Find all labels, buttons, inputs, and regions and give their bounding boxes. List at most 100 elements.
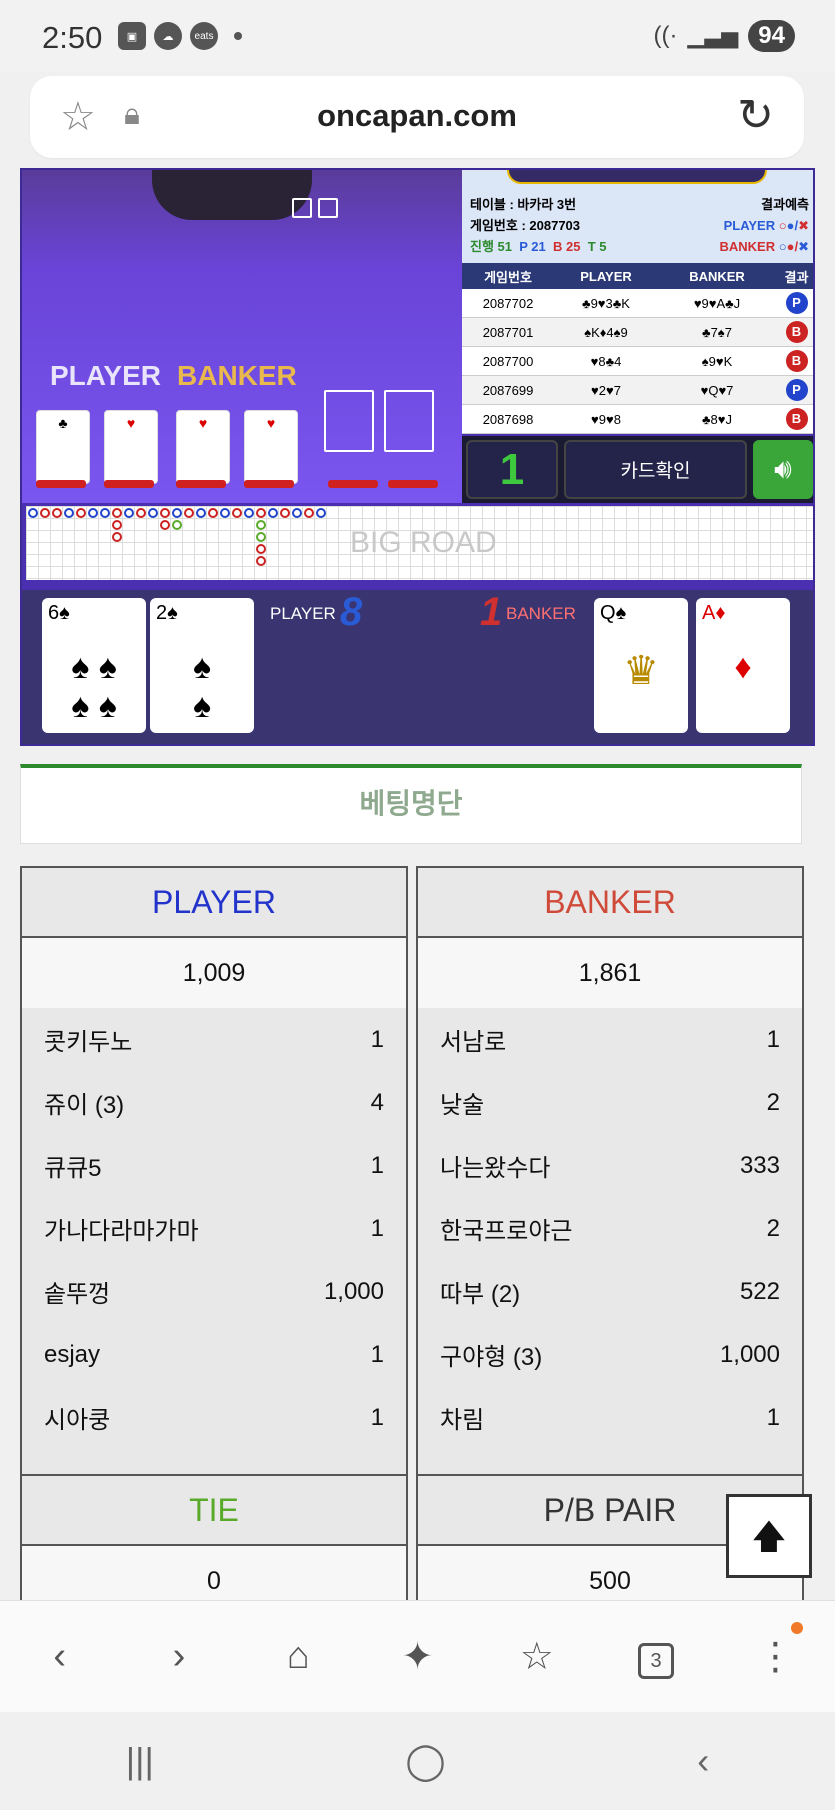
bet-amount: 1 — [370, 1403, 384, 1431]
chevron-right-icon: › — [172, 1635, 186, 1677]
player-bets-total: 1,009 — [22, 938, 406, 1008]
history-table: 게임번호 PLAYER BANKER 결과 2087702 ♣9♥3♣K ♥9♥… — [462, 263, 813, 434]
card-suit: ♠ — [167, 602, 178, 624]
sparkle-icon: ✦ — [401, 1636, 434, 1678]
reload-icon[interactable]: ↻ — [737, 90, 774, 141]
road-marker — [220, 508, 230, 518]
card-suit: ♦ — [715, 602, 726, 624]
history-header: 게임번호 PLAYER BANKER 결과 — [462, 263, 813, 289]
menu-button[interactable]: ⋮ — [735, 1622, 815, 1679]
bookmarks-button[interactable]: ☆ — [497, 1634, 577, 1679]
history-player-cards: ♥2♥7 — [591, 382, 621, 398]
bet-amount: 1 — [766, 1025, 780, 1053]
ai-button[interactable]: ✦ — [377, 1634, 457, 1679]
result-badge: B — [785, 408, 808, 430]
battery-indicator: 94 — [748, 20, 795, 52]
card-rank: Q — [600, 602, 616, 624]
address-bar[interactable]: ☆ 🔒︎ oncapan.com ↻ — [30, 76, 804, 158]
recent-apps-icon[interactable]: ||| — [126, 1740, 154, 1782]
road-marker — [64, 508, 74, 518]
progress-counts: 진행 51 P 21 B 25 T 5 — [470, 236, 606, 257]
player-bets-title: PLAYER — [22, 868, 406, 938]
bettor-name: 큐큐5 — [44, 1155, 102, 1182]
tabs-button[interactable]: 3 — [616, 1634, 696, 1679]
bettor-name: 가나다라마가마 — [44, 1218, 199, 1245]
url-text[interactable]: oncapan.com — [30, 98, 804, 134]
more-vertical-icon: ⋮ — [756, 1636, 795, 1678]
road-marker — [256, 544, 266, 554]
history-player-cards: ♣9♥3♣K — [582, 295, 630, 311]
history-col-player: PLAYER — [580, 268, 632, 284]
road-marker — [160, 508, 170, 518]
bettor-name: esjay — [44, 1340, 101, 1368]
card-slot — [292, 198, 312, 218]
empty-card-slot — [384, 390, 434, 452]
table-card: ♥ — [104, 410, 158, 484]
prediction-banker-row: BANKER ○●/✖ — [720, 236, 810, 257]
status-right: ((· ▁▃▅ 94 — [654, 20, 795, 52]
table-name: 테이블 : 바카라 3번 — [470, 197, 577, 212]
card-check-button[interactable]: 카드확인 — [564, 440, 747, 499]
history-row: 2087698 ♥9♥8 ♣8♥J B — [462, 405, 813, 434]
table-card: ♥ — [244, 410, 298, 484]
road-marker — [28, 508, 38, 518]
banker-bets-column: BANKER 1,861 서남로 1 낮술 2 나는왔수다 333 한국프로야근 2 따… — [416, 866, 804, 1476]
bet-amount: 1,000 — [719, 1340, 780, 1368]
x-icon: ✖ — [798, 218, 809, 233]
diamond-icon: ♦ — [734, 648, 752, 686]
bet-row: 서남로 1 — [418, 1008, 802, 1071]
road-marker — [112, 532, 122, 542]
bettor-name: 쥬이 (3) — [44, 1092, 125, 1119]
dealer — [152, 170, 312, 220]
home-button[interactable]: ⌂ — [258, 1635, 338, 1678]
table-card: ♥ — [176, 410, 230, 484]
bet-indicator — [176, 480, 226, 488]
scroll-to-top-button[interactable]: 🡅 — [726, 1494, 812, 1578]
speaker-icon[interactable]: 🔊︎ — [753, 440, 813, 499]
road-marker — [280, 508, 290, 518]
prediction-banker-label: BANKER — [719, 239, 776, 254]
home-circle-icon[interactable]: ◯ — [405, 1740, 445, 1782]
back-button[interactable]: ‹ — [20, 1635, 100, 1678]
history-game-no: 2087702 — [482, 295, 534, 311]
road-marker — [268, 508, 278, 518]
bet-row: 쥬이 (3) 4 — [22, 1071, 406, 1134]
table-banker-label: BANKER — [177, 360, 297, 391]
banker-score: 1 — [480, 590, 503, 634]
status-bar: 2:50 ▣ ☁ eats ((· ▁▃▅ 94 — [0, 0, 835, 72]
bet-amount: 1 — [370, 1214, 384, 1242]
road-marker — [292, 508, 302, 518]
card-suit: ♠ — [59, 602, 70, 624]
road-marker — [88, 508, 98, 518]
history-game-no: 2087700 — [482, 353, 534, 369]
star-list-icon: ☆ — [519, 1636, 554, 1678]
road-marker — [112, 520, 122, 530]
bettor-name: 따부 (2) — [440, 1281, 521, 1308]
road-marker — [196, 508, 206, 518]
bet-row: 콧키두노 1 — [22, 1008, 406, 1071]
queen-face-icon: ♛ — [623, 649, 659, 693]
bet-row: 솥뚜껑 1,000 — [22, 1260, 406, 1323]
result-badge: P — [785, 379, 808, 401]
x-icon: ✖ — [798, 239, 809, 254]
bettor-name: 솥뚜껑 — [44, 1281, 111, 1308]
player-count: P 21 — [519, 239, 546, 254]
banker-score-label: BANKER — [506, 604, 576, 623]
road-marker — [232, 508, 242, 518]
circle-icon: ○ — [778, 239, 787, 254]
history-banker-cards: ♥9♥A♣J — [693, 295, 741, 311]
bet-indicator — [388, 480, 438, 488]
road-marker — [256, 556, 266, 566]
player-score: 8 — [340, 590, 363, 634]
history-col-result: 결과 — [784, 269, 809, 285]
card-slot — [318, 198, 338, 218]
forward-button[interactable]: › — [139, 1635, 219, 1678]
bet-amount: 1 — [766, 1403, 780, 1431]
bettor-name: 콧키두노 — [44, 1029, 133, 1056]
bet-row: 시아쿵 1 — [22, 1386, 406, 1449]
history-player-cards: ♠K♦4♠9 — [584, 324, 628, 340]
banker-card-1: Q♠ ♛ — [594, 598, 688, 733]
browser-toolbar: ‹ › ⌂ ✦ ☆ 3 ⋮ — [0, 1600, 835, 1712]
system-back-icon[interactable]: ‹ — [697, 1740, 709, 1782]
history-player-cards: ♥9♥8 — [591, 411, 621, 427]
